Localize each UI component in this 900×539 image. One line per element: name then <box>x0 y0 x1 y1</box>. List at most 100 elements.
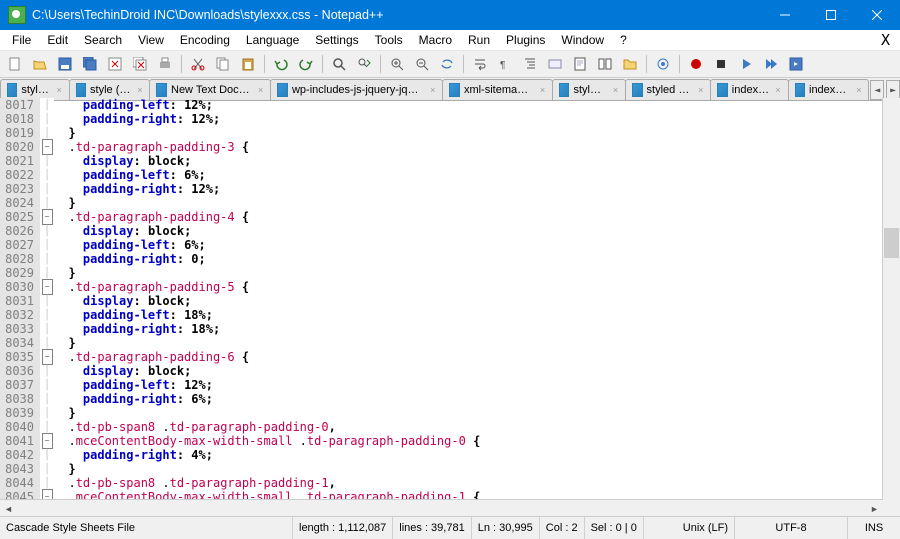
code-line[interactable]: .td-pb-span8 .td-paragraph-padding-0, <box>54 420 882 434</box>
code-line[interactable]: display: block; <box>54 294 882 308</box>
tab-style--1--css[interactable]: style (1).css× <box>69 79 151 100</box>
play-multi-icon[interactable] <box>760 53 782 75</box>
editor[interactable]: 8017801880198020802180228023802480258026… <box>0 98 900 517</box>
all-chars-icon[interactable]: ¶ <box>494 53 516 75</box>
tab-new-text-document-txt[interactable]: New Text Document.txt× <box>149 79 271 100</box>
menu-search[interactable]: Search <box>76 31 130 49</box>
code-line[interactable]: } <box>54 266 882 280</box>
code-line[interactable]: .td-paragraph-padding-4 { <box>54 210 882 224</box>
menu-view[interactable]: View <box>130 31 172 49</box>
minimize-button[interactable] <box>762 0 808 30</box>
new-file-icon[interactable] <box>4 53 26 75</box>
find-icon[interactable] <box>328 53 350 75</box>
code-area[interactable]: padding-left: 12%; padding-right: 12%; }… <box>54 98 882 517</box>
code-line[interactable]: } <box>54 406 882 420</box>
code-line[interactable]: padding-left: 6%; <box>54 238 882 252</box>
tab-close-icon[interactable]: × <box>855 85 862 95</box>
tab-style-css[interactable]: style.css× <box>0 79 70 100</box>
vertical-scrollbar[interactable] <box>882 98 900 517</box>
zoom-in-icon[interactable] <box>386 53 408 75</box>
fold-marker[interactable]: │ <box>40 462 54 476</box>
fold-marker[interactable]: │ <box>40 196 54 210</box>
maximize-button[interactable] <box>808 0 854 30</box>
code-line[interactable]: padding-right: 12%; <box>54 182 882 196</box>
undo-icon[interactable] <box>270 53 292 75</box>
fold-marker[interactable]: │ <box>40 308 54 322</box>
tab-xml-sitemap-xsl-php[interactable]: xml-sitemap-xsl.php× <box>442 79 553 100</box>
fold-marker[interactable]: − <box>40 434 54 448</box>
code-line[interactable]: padding-left: 12%; <box>54 378 882 392</box>
menu-run[interactable]: Run <box>460 31 498 49</box>
sync-icon[interactable] <box>436 53 458 75</box>
code-line[interactable]: padding-right: 18%; <box>54 322 882 336</box>
tab-close-icon[interactable]: × <box>612 85 619 95</box>
wrap-icon[interactable] <box>469 53 491 75</box>
func-list-icon[interactable] <box>594 53 616 75</box>
code-line[interactable]: .td-paragraph-padding-6 { <box>54 350 882 364</box>
fold-marker[interactable]: − <box>40 210 54 224</box>
menu-plugins[interactable]: Plugins <box>498 31 553 49</box>
code-line[interactable]: padding-right: 12%; <box>54 112 882 126</box>
fold-marker[interactable]: │ <box>40 448 54 462</box>
tab-close-icon[interactable]: × <box>697 85 704 95</box>
cut-icon[interactable] <box>187 53 209 75</box>
code-line[interactable]: .mceContentBody-max-width-small .td-para… <box>54 434 882 448</box>
titlebar[interactable]: C:\Users\TechinDroid INC\Downloads\style… <box>0 0 900 30</box>
fold-marker[interactable]: │ <box>40 224 54 238</box>
code-line[interactable]: } <box>54 336 882 350</box>
code-line[interactable]: .td-pb-span8 .td-paragraph-padding-1, <box>54 476 882 490</box>
fold-marker[interactable]: │ <box>40 154 54 168</box>
fold-marker[interactable]: − <box>40 140 54 154</box>
scroll-left-button[interactable]: ◄ <box>0 500 17 517</box>
menu-close-doc[interactable]: X <box>881 31 890 49</box>
close-all-icon[interactable] <box>129 53 151 75</box>
lang-icon[interactable] <box>544 53 566 75</box>
fold-marker[interactable]: │ <box>40 168 54 182</box>
folder-icon[interactable] <box>619 53 641 75</box>
copy-icon[interactable] <box>212 53 234 75</box>
fold-marker[interactable]: │ <box>40 322 54 336</box>
fold-marker[interactable]: │ <box>40 392 54 406</box>
fold-marker[interactable]: │ <box>40 336 54 350</box>
code-line[interactable]: } <box>54 462 882 476</box>
record-icon[interactable] <box>685 53 707 75</box>
fold-marker[interactable]: − <box>40 350 54 364</box>
fold-marker[interactable]: │ <box>40 364 54 378</box>
indent-guide-icon[interactable] <box>519 53 541 75</box>
tab-close-icon[interactable]: × <box>429 85 436 95</box>
code-line[interactable]: } <box>54 126 882 140</box>
fold-marker[interactable]: │ <box>40 476 54 490</box>
fold-marker[interactable]: │ <box>40 252 54 266</box>
code-line[interactable]: padding-right: 6%; <box>54 392 882 406</box>
tab-scroll-left[interactable]: ◄ <box>870 80 884 100</box>
save-all-icon[interactable] <box>79 53 101 75</box>
menu-macro[interactable]: Macro <box>411 31 460 49</box>
code-line[interactable]: padding-right: 4%; <box>54 448 882 462</box>
menu-settings[interactable]: Settings <box>307 31 366 49</box>
menu-tools[interactable]: Tools <box>367 31 411 49</box>
zoom-out-icon[interactable] <box>411 53 433 75</box>
tab-close-icon[interactable]: × <box>257 85 264 95</box>
close-button[interactable] <box>854 0 900 30</box>
code-line[interactable]: .td-paragraph-padding-5 { <box>54 280 882 294</box>
close-icon[interactable] <box>104 53 126 75</box>
tab-indexcc-php[interactable]: indexcc.php× <box>788 79 870 100</box>
menu-edit[interactable]: Edit <box>39 31 76 49</box>
play-icon[interactable] <box>735 53 757 75</box>
doc-map-icon[interactable] <box>569 53 591 75</box>
tab-close-icon[interactable]: × <box>539 85 546 95</box>
open-file-icon[interactable] <box>29 53 51 75</box>
fold-marker[interactable]: │ <box>40 294 54 308</box>
scrollbar-thumb[interactable] <box>884 228 899 258</box>
tab-wp-includes-js-jquery-jquery-1-12-4-js[interactable]: wp-includes-js-jquery-jquery-1.12.4.js× <box>270 79 443 100</box>
code-line[interactable]: } <box>54 196 882 210</box>
tab-scroll-right[interactable]: ► <box>886 80 900 100</box>
fold-marker[interactable]: │ <box>40 266 54 280</box>
scroll-right-button[interactable]: ► <box>866 500 883 517</box>
code-line[interactable]: padding-right: 0; <box>54 252 882 266</box>
print-icon[interactable] <box>154 53 176 75</box>
redo-icon[interactable] <box>295 53 317 75</box>
fold-margin[interactable]: │││−││││−││││−││││−│││││−│││−││ <box>40 98 54 517</box>
fold-marker[interactable]: │ <box>40 126 54 140</box>
monitor-icon[interactable] <box>652 53 674 75</box>
